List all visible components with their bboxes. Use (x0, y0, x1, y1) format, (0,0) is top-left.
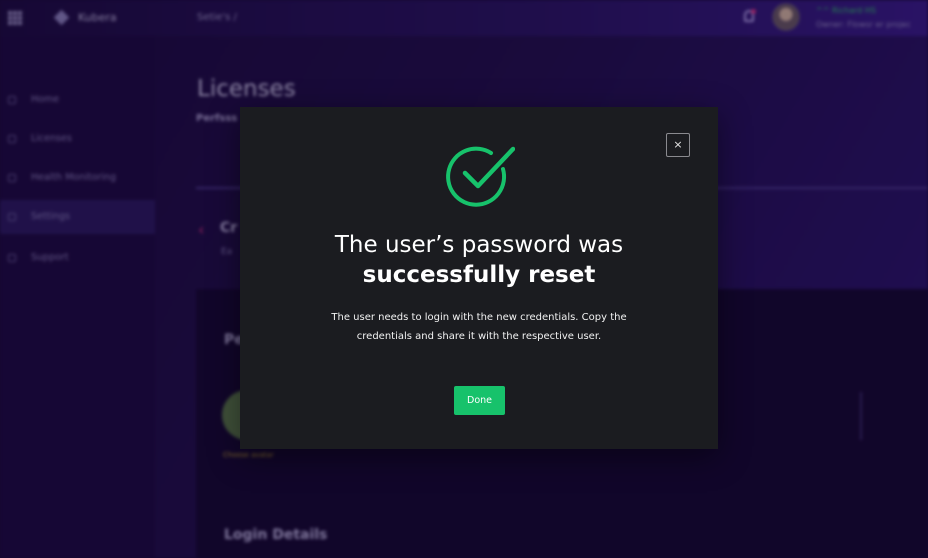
close-button[interactable]: × (666, 133, 690, 157)
check-circle-icon (446, 146, 515, 207)
modal-title-line2: successfully reset (362, 262, 596, 288)
modal-message: The user needs to login with the new cre… (331, 312, 627, 342)
password-reset-modal: × The user’s password was successfully r… (240, 107, 718, 449)
done-button[interactable]: Done (454, 386, 505, 415)
modal-title: The user’s password was successfully res… (240, 230, 718, 290)
modal-title-line1: The user’s password was (334, 232, 624, 258)
